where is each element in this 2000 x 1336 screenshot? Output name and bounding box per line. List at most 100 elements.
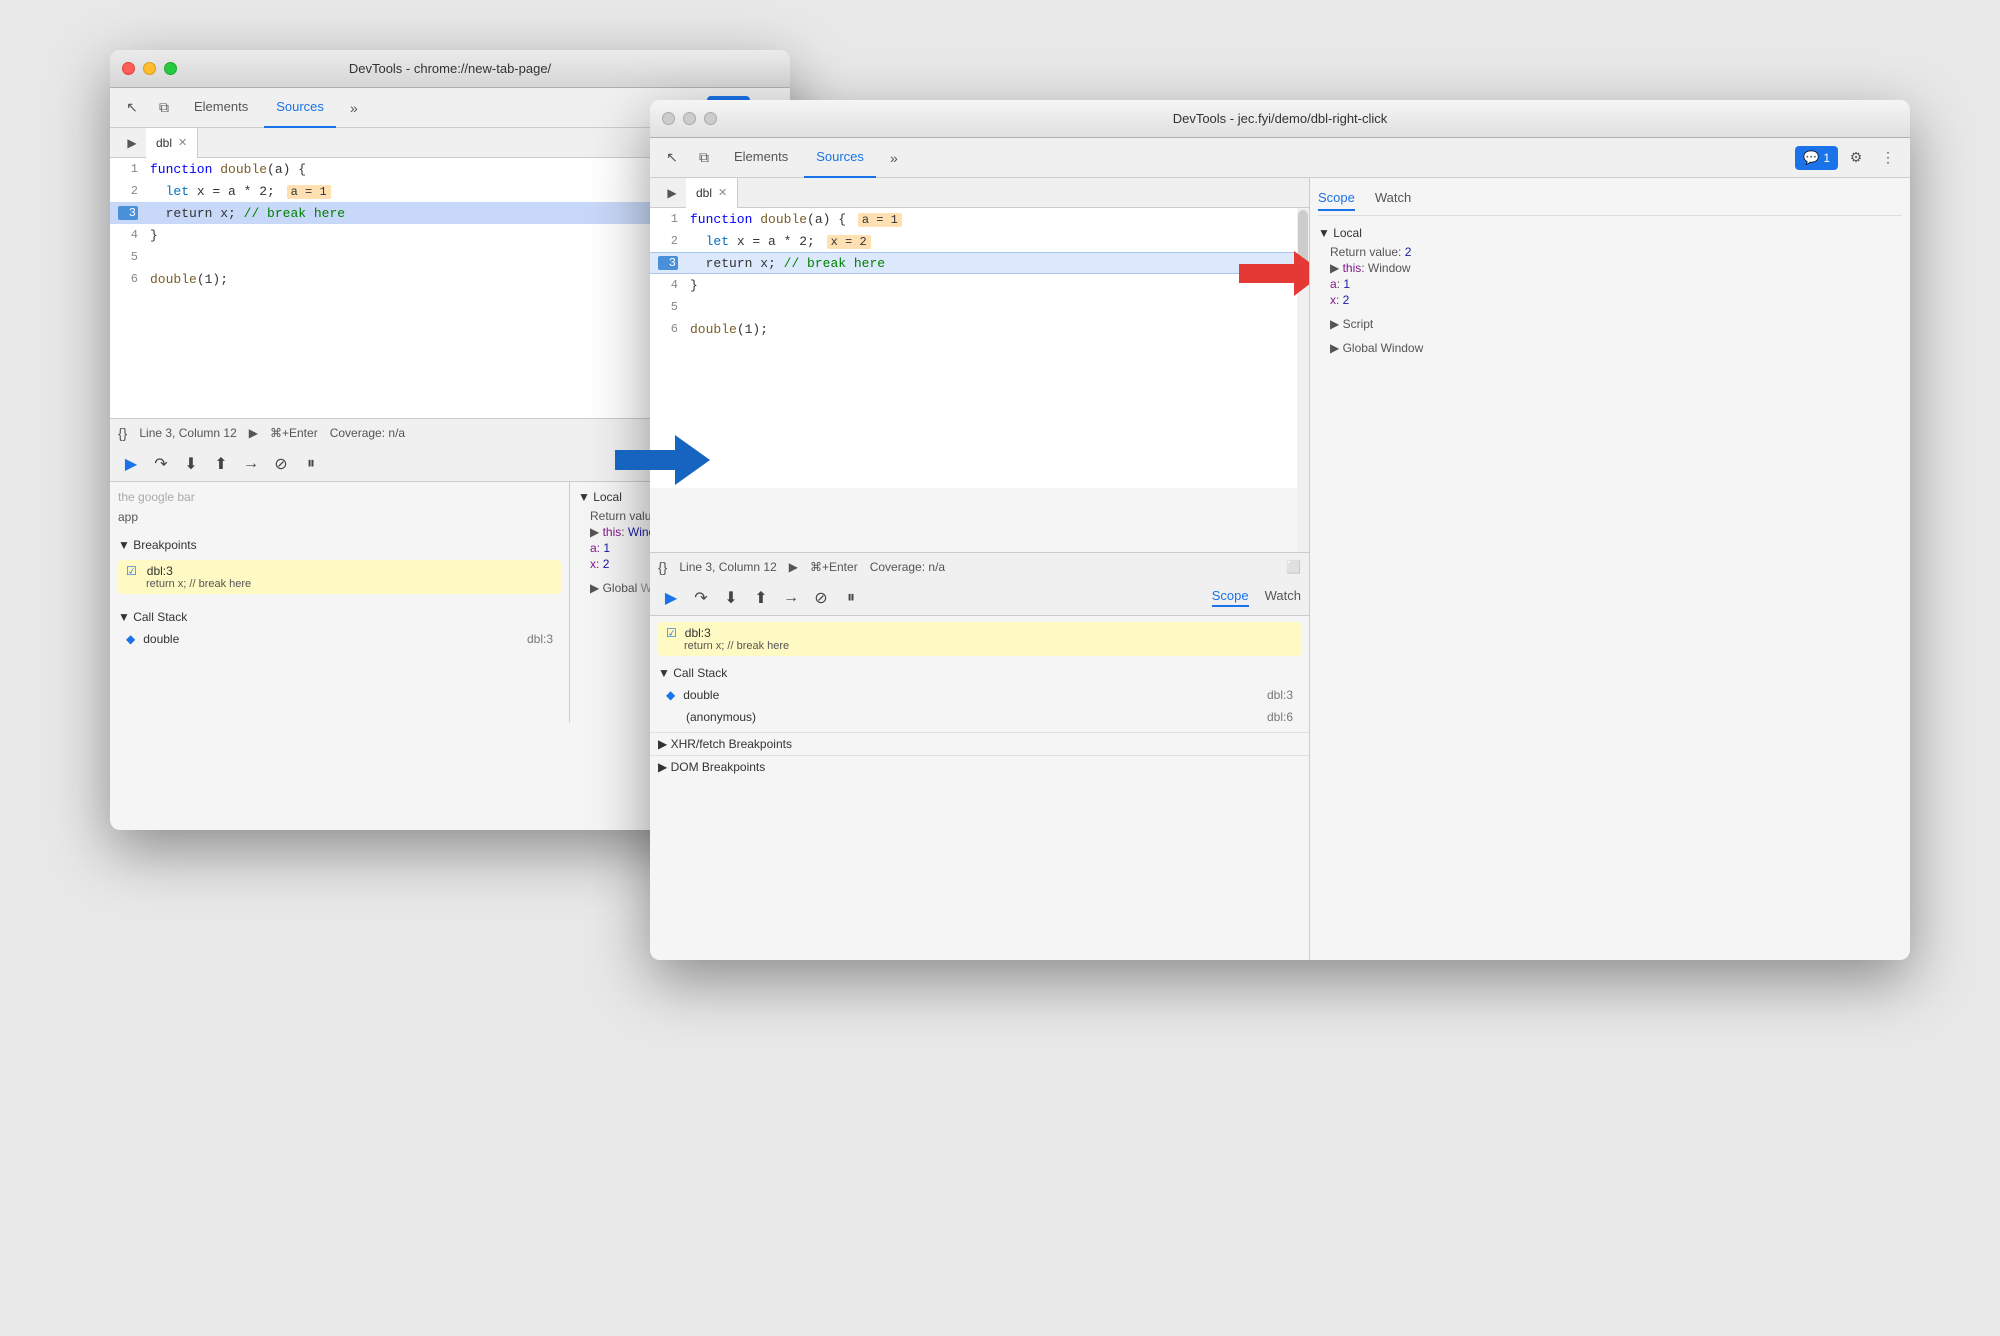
deactivate-btn-1[interactable]: ⊘ [268, 451, 294, 477]
tab-sources-1[interactable]: Sources [264, 88, 336, 128]
call-stack-item-anon-2[interactable]: (anonymous) dbl:6 [658, 706, 1301, 728]
call-stack-item-1[interactable]: ◆ double dbl:3 [118, 628, 561, 650]
more-tabs-icon-1[interactable]: » [340, 94, 368, 122]
left-bottom-panel-2: ☑ dbl:3 return x; // break here ▼ Call S… [650, 616, 1309, 960]
step-into-btn-1[interactable]: ⬇ [178, 451, 204, 477]
settings-icon-2[interactable]: ⚙ [1842, 144, 1870, 172]
step-over-btn-2[interactable]: ↷ [688, 585, 714, 611]
google-bar-section: the google bar app [110, 482, 569, 530]
w2-right-column: Scope Watch ▼ Local Return value: 2 ▶ th… [1310, 178, 1910, 960]
scope-tab-label-2[interactable]: Scope [1212, 588, 1249, 607]
dom-section-2: ▶ DOM Breakpoints [650, 755, 1309, 778]
run-icon-2[interactable]: ▶ [658, 179, 686, 207]
maximize-button-2[interactable] [704, 112, 717, 125]
window-title-2: DevTools - jec.fyi/demo/dbl-right-click [1173, 111, 1388, 126]
notification-badge-2[interactable]: 💬 1 [1795, 146, 1838, 170]
scope-global-2: ▶ Global Window [1318, 340, 1902, 356]
title-bar-2: DevTools - jec.fyi/demo/dbl-right-click [650, 100, 1910, 138]
step-out-btn-1[interactable]: ⬆ [208, 451, 234, 477]
code-line-6-2: 6 double(1); [650, 318, 1295, 340]
resume-btn-2[interactable]: ▶ [658, 585, 684, 611]
breakpoints-section-1: ▼ Breakpoints ☑ dbl:3 return x; // break… [110, 530, 569, 602]
watch-tab-label-2[interactable]: Watch [1265, 588, 1301, 607]
watch-tab-2[interactable]: Watch [1375, 190, 1411, 211]
call-stack-header-1[interactable]: ▼ Call Stack [118, 606, 561, 628]
xhr-section-2: ▶ XHR/fetch Breakpoints [650, 732, 1309, 755]
code-line-4-2: 4 } [650, 274, 1295, 296]
scope-local-section-2: ▼ Local Return value: 2 ▶ this: Window a… [1318, 226, 1902, 308]
step-into-btn-2[interactable]: ⬇ [718, 585, 744, 611]
code-area-2: 1 function double(a) { a = 1 2 let x = a… [650, 208, 1309, 552]
devtools-toolbar-2: ↖ ⧉ Elements Sources » 💬 1 ⚙ ⋮ [650, 138, 1910, 178]
maximize-button-1[interactable] [164, 62, 177, 75]
deactivate-btn-2[interactable]: ⊘ [808, 585, 834, 611]
code-line-2-2: 2 let x = a * 2; x = 2 [650, 230, 1295, 252]
cs-location-double-2: dbl:3 [1267, 688, 1293, 702]
code-line-3-2: 3 return x; // break here [650, 252, 1295, 274]
layers-icon-1[interactable]: ⧉ [150, 94, 178, 122]
xhr-header-2[interactable]: ▶ XHR/fetch Breakpoints [658, 733, 1301, 755]
debug-toolbar-2: ▶ ↷ ⬇ ⬆ → ⊘ ⏸ Scope Watch [650, 580, 1309, 616]
pause-btn-2[interactable]: ⏸ [838, 585, 864, 611]
tab-elements-2[interactable]: Elements [722, 138, 800, 178]
breakpoints-header-1[interactable]: ▼ Breakpoints [118, 534, 561, 556]
code-line-5-2: 5 [650, 296, 1295, 318]
w2-main-content: ▶ dbl ✕ 1 function double(a) { a = 1 [650, 178, 1910, 960]
cursor-icon-2[interactable]: ↖ [658, 144, 686, 172]
cs-arrow-double-2: ◆ [666, 688, 675, 702]
cs-location-1: dbl:3 [527, 632, 553, 646]
more-vert-icon-2[interactable]: ⋮ [1874, 144, 1902, 172]
minimize-button-1[interactable] [143, 62, 156, 75]
scope-tab-2[interactable]: Scope [1318, 190, 1355, 211]
scope-return-2: Return value: 2 [1318, 244, 1902, 260]
bp-label-1: dbl:3 [147, 564, 173, 578]
bp-checkbox-2[interactable]: ☑ [666, 626, 677, 640]
expand-icon-2[interactable]: ⬜ [1286, 560, 1301, 574]
scope-this-2: ▶ this: Window [1318, 260, 1902, 276]
scope-a-2: a: 1 [1318, 276, 1902, 292]
cs-name-1: double [143, 632, 179, 646]
layers-icon-2[interactable]: ⧉ [690, 144, 718, 172]
format-icon-1[interactable]: {} [118, 425, 127, 441]
file-tab-dbl-2[interactable]: dbl ✕ [686, 178, 738, 208]
cs-location-anon-2: dbl:6 [1267, 710, 1293, 724]
cs-name-anon-2: (anonymous) [686, 710, 756, 724]
call-stack-item-double-2[interactable]: ◆ double dbl:3 [658, 684, 1301, 706]
run-icon-1[interactable]: ▶ [118, 129, 146, 157]
file-tab-dbl-1[interactable]: dbl ✕ [146, 128, 198, 158]
close-button-2[interactable] [662, 112, 675, 125]
call-stack-section-2: ▼ Call Stack ◆ double dbl:3 (anonymous) … [650, 662, 1309, 728]
bp-checkbox-1[interactable]: ☑ [126, 564, 137, 578]
close-button-1[interactable] [122, 62, 135, 75]
title-bar-1: DevTools - chrome://new-tab-page/ [110, 50, 790, 88]
step-btn-2[interactable]: → [778, 585, 804, 611]
resume-btn-1[interactable]: ▶ [118, 451, 144, 477]
minimize-button-2[interactable] [683, 112, 696, 125]
breakpoint-item-1[interactable]: ☑ dbl:3 return x; // break here [118, 560, 561, 594]
left-panel-1: the google bar app ▼ Breakpoints ☑ dbl:3… [110, 482, 570, 722]
close-file-tab-1[interactable]: ✕ [178, 136, 187, 149]
dom-header-2[interactable]: ▶ DOM Breakpoints [658, 756, 1301, 778]
devtools-window-2: DevTools - jec.fyi/demo/dbl-right-click … [650, 100, 1910, 960]
tab-elements-1[interactable]: Elements [182, 88, 260, 128]
file-tabs-2: ▶ dbl ✕ [650, 178, 1309, 208]
tab-sources-2[interactable]: Sources [804, 138, 876, 178]
format-icon-2[interactable]: {} [658, 559, 667, 575]
window-title-1: DevTools - chrome://new-tab-page/ [349, 61, 551, 76]
cs-name-double-2: double [683, 688, 719, 702]
cs-arrow-1: ◆ [126, 632, 135, 646]
pause-btn-1[interactable]: ⏸ [298, 451, 324, 477]
red-arrow [1229, 246, 1309, 306]
close-file-tab-2[interactable]: ✕ [718, 186, 727, 199]
traffic-lights-1 [122, 62, 177, 75]
code-editor-2: 1 function double(a) { a = 1 2 let x = a… [650, 208, 1309, 488]
scope-x-2: x: 2 [1318, 292, 1902, 308]
step-btn-1[interactable]: → [238, 451, 264, 477]
step-over-btn-1[interactable]: ↷ [148, 451, 174, 477]
line-col-2: Line 3, Column 12 [679, 560, 776, 574]
cursor-icon-1[interactable]: ↖ [118, 94, 146, 122]
bp-code-1: return x; // break here [146, 578, 553, 590]
call-stack-header-2[interactable]: ▼ Call Stack [658, 662, 1301, 684]
more-tabs-icon-2[interactable]: » [880, 144, 908, 172]
step-out-btn-2[interactable]: ⬆ [748, 585, 774, 611]
